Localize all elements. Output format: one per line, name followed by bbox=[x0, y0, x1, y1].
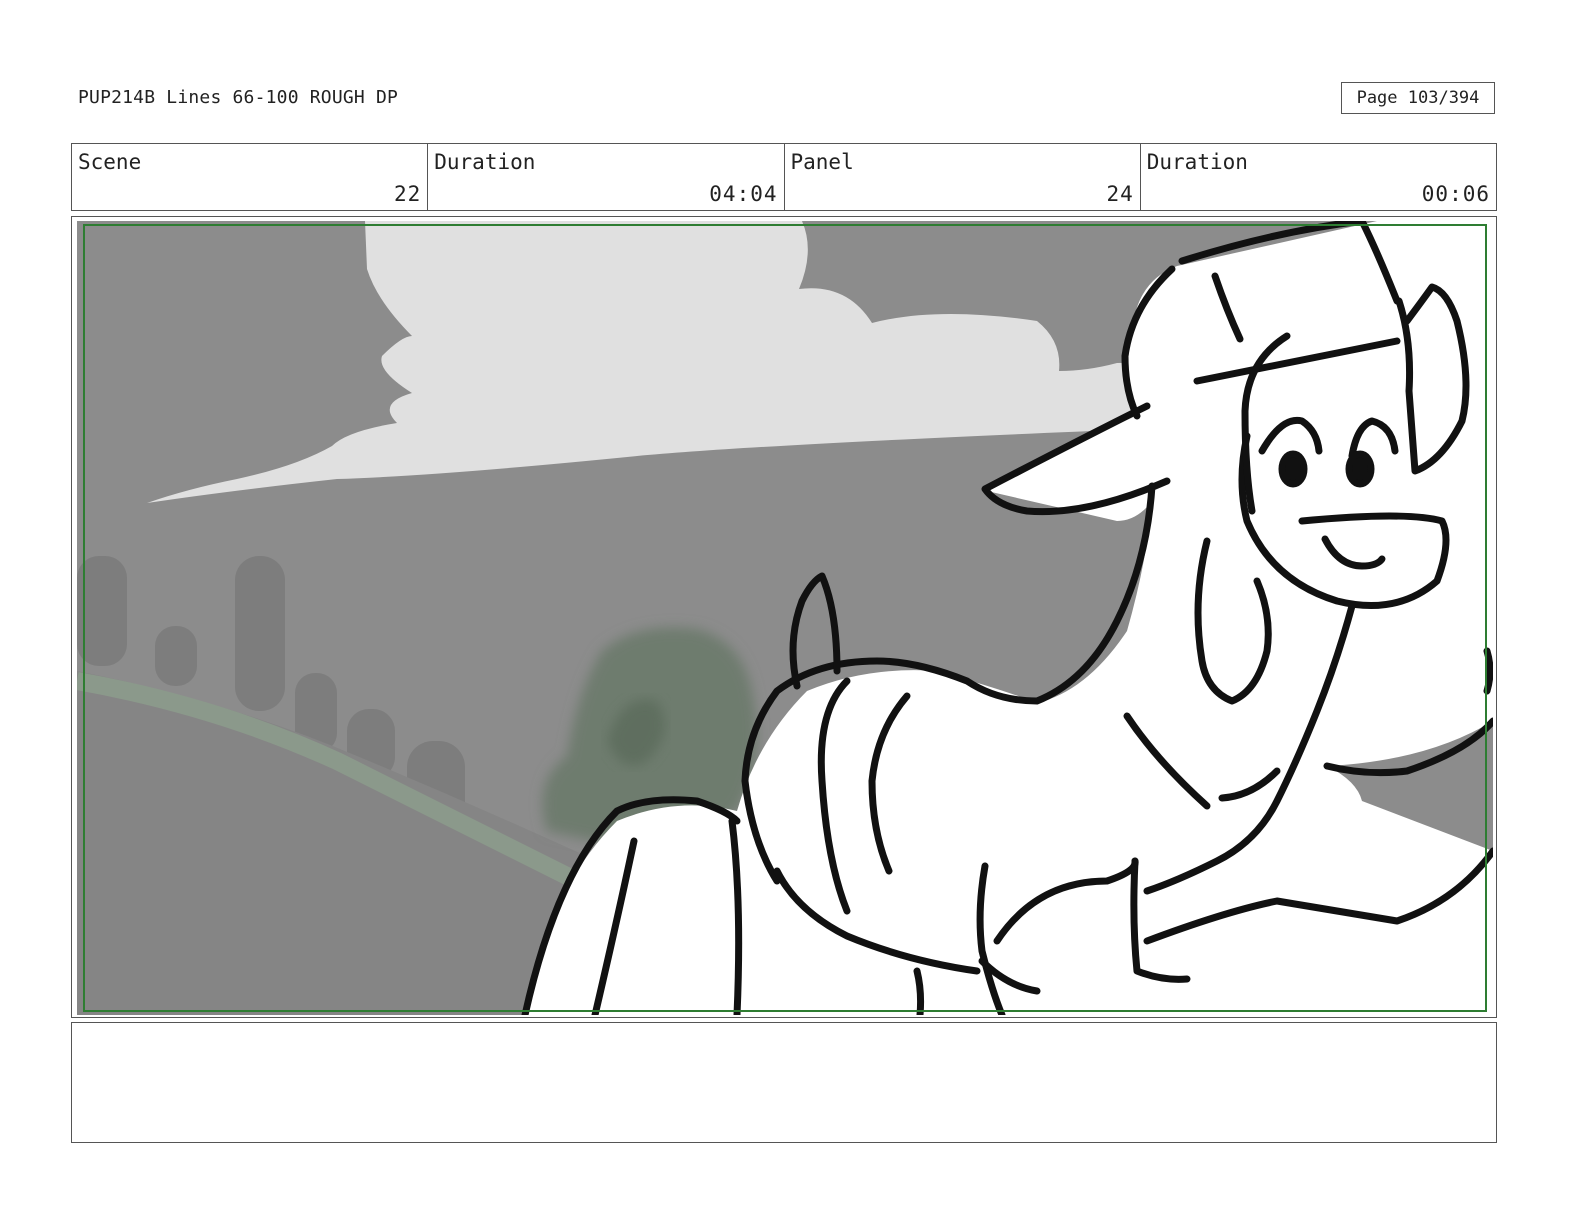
panel-value: 24 bbox=[1106, 182, 1134, 206]
scene-duration-cell: Duration 04:04 bbox=[428, 144, 785, 210]
panel-label: Panel bbox=[790, 150, 854, 174]
document-title: PUP214B Lines 66-100 ROUGH DP bbox=[78, 87, 399, 108]
scene-duration-value: 04:04 bbox=[709, 182, 778, 206]
notes-box bbox=[71, 1022, 1497, 1143]
scene-value: 22 bbox=[393, 182, 422, 206]
panel-duration-cell: Duration 00:06 bbox=[1141, 144, 1496, 210]
panel-info-row: Scene 22 Duration 04:04 Panel 24 Duratio… bbox=[71, 143, 1497, 211]
panel-cell: Panel 24 bbox=[785, 144, 1141, 210]
panel-duration-value: 00:06 bbox=[1421, 182, 1490, 206]
scene-duration-label: Duration bbox=[434, 150, 536, 174]
scene-cell: Scene 22 bbox=[72, 144, 429, 210]
storyboard-drawing bbox=[77, 221, 1493, 1015]
page-number: Page 103/394 bbox=[1341, 82, 1495, 114]
scene-label: Scene bbox=[78, 150, 142, 174]
panel-duration-label: Duration bbox=[1146, 150, 1248, 174]
storyboard-frame bbox=[71, 216, 1497, 1018]
